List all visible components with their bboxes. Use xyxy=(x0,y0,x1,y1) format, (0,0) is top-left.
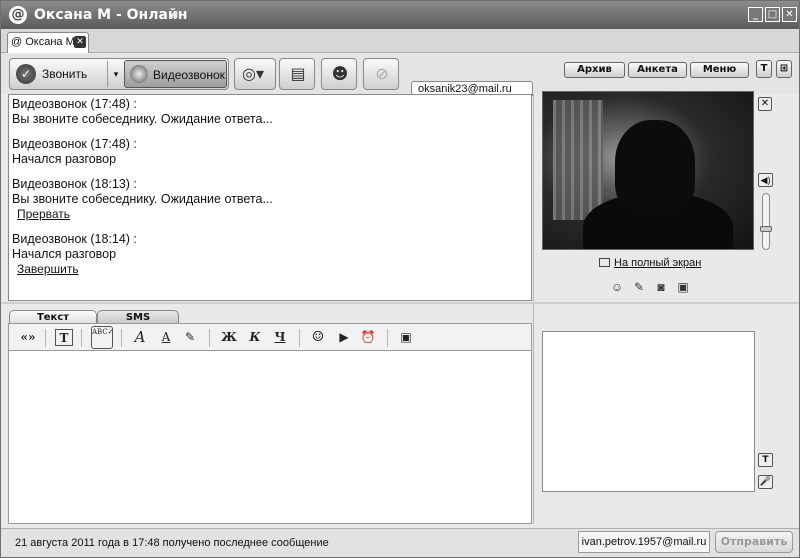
message-text: Начался разговор xyxy=(12,247,117,261)
video-background xyxy=(553,100,603,220)
chat-message: Видеозвонок (17:48) : Вы звоните собесед… xyxy=(12,97,273,127)
font-icon[interactable]: A xyxy=(131,329,149,346)
fullscreen-icon xyxy=(599,258,610,267)
smiley-icon[interactable]: ☺ xyxy=(309,329,327,346)
send-button[interactable]: Отправить xyxy=(715,531,793,553)
alarm-clock-icon[interactable]: ⏰ xyxy=(359,329,377,346)
chat-message: Видеозвонок (18:14) : Начался разговор З… xyxy=(12,232,137,276)
status-bar: 21 августа 2011 года в 17:48 получено по… xyxy=(1,528,799,557)
formatting-toolbar: «» T ABC✓ A A ✎ Ж К Ч ☺ ▶ ⏰ ▣ xyxy=(8,323,532,351)
font-color-icon[interactable]: A xyxy=(157,329,175,346)
message-header: Видеозвонок (18:14) : xyxy=(12,232,137,246)
video-close-button[interactable]: ✕ xyxy=(758,97,772,111)
video-call-label: Видеозвонок xyxy=(153,68,225,82)
bold-button[interactable]: Ж xyxy=(221,329,237,346)
tv-media-icon[interactable]: ▶ xyxy=(335,329,353,346)
conversation-tab[interactable]: @ Оксана М ✕ xyxy=(7,32,89,53)
underline-button[interactable]: Ч xyxy=(272,329,288,346)
call-button-label: Звонить xyxy=(42,67,88,81)
menu-button[interactable]: Меню xyxy=(690,62,749,78)
call-button-group: ✓ Звонить ▾ Видеозвонок xyxy=(9,58,229,90)
message-header: Видеозвонок (17:48) : xyxy=(12,137,137,151)
phone-icon: ✓ xyxy=(16,64,36,84)
message-text: Вы звоните собеседнику. Ожидание ответа.… xyxy=(12,192,273,206)
message-input[interactable] xyxy=(8,351,532,524)
contacts-button[interactable]: ☻ xyxy=(321,58,357,90)
at-icon: @ xyxy=(11,36,23,48)
archive-button[interactable]: Архив xyxy=(564,62,625,78)
fullscreen-link[interactable]: На полный экран xyxy=(599,257,701,269)
video-call-button[interactable]: Видеозвонок xyxy=(124,60,227,88)
tab-text[interactable]: Текст xyxy=(9,310,97,324)
volume-slider-thumb[interactable] xyxy=(760,226,772,232)
webcam-icon xyxy=(130,65,148,83)
chat-message: Видеозвонок (18:13) : Вы звоните собесед… xyxy=(12,177,273,221)
title-bar[interactable]: @ Оксана М - Онлайн ⊿ _ □ ✕ xyxy=(1,1,799,29)
camera-icon[interactable]: ◙ xyxy=(653,279,669,295)
toolbar-separator xyxy=(299,329,300,347)
message-text: Начался разговор xyxy=(12,152,117,166)
video-controls: ☺ ✎ ◙ ▣ xyxy=(609,279,699,297)
font-toggle-button[interactable]: T xyxy=(756,60,772,78)
app-logo-icon: @ xyxy=(9,6,27,24)
maximize-button[interactable]: □ xyxy=(765,7,780,22)
user-audio-icon[interactable]: ☺ xyxy=(609,279,625,295)
chat-window: @ Оксана М - Онлайн ⊿ _ □ ✕ @ Оксана М ✕… xyxy=(0,0,800,558)
chat-message: Видеозвонок (17:48) : Начался разговор xyxy=(12,137,137,167)
end-call-link[interactable]: Завершить xyxy=(17,262,137,276)
attach-icon: ⊘ xyxy=(375,64,389,83)
profile-button[interactable]: Анкета xyxy=(628,62,687,78)
attach-button[interactable]: ⊘ xyxy=(363,58,399,90)
conversation-tabstrip: @ Оксана М ✕ xyxy=(1,29,799,53)
tab-sms[interactable]: SMS xyxy=(97,310,179,324)
globe-button[interactable]: ◎▾ xyxy=(234,58,276,90)
message-text: Вы звоните собеседнику. Ожидание ответа.… xyxy=(12,112,273,126)
self-video-preview xyxy=(542,331,755,492)
window-title: Оксана М - Онлайн xyxy=(34,7,188,23)
globe-icon: ◎▾ xyxy=(242,64,264,83)
cancel-call-link[interactable]: Прервать xyxy=(17,207,273,221)
toolbar-separator xyxy=(121,329,122,347)
screenshot-icon[interactable]: ▣ xyxy=(397,329,415,346)
speaker-icon[interactable]: ◀) xyxy=(758,173,773,187)
last-message-status: 21 августа 2011 года в 17:48 получено по… xyxy=(15,537,329,549)
fullscreen-label: На полный экран xyxy=(614,257,702,269)
close-button[interactable]: ✕ xyxy=(782,7,797,22)
call-dropdown-button[interactable]: ▾ xyxy=(110,61,122,87)
save-button[interactable]: ▤ xyxy=(279,58,315,90)
pane-divider-vertical[interactable] xyxy=(533,94,534,524)
chat-log[interactable]: Видеозвонок (17:48) : Вы звоните собесед… xyxy=(8,94,532,301)
microphone-button[interactable]: 🎤 xyxy=(758,475,773,489)
pane-divider-horizontal[interactable] xyxy=(1,302,799,304)
video-feed xyxy=(542,91,754,250)
font-settings-button[interactable]: T xyxy=(758,453,773,467)
note-icon: ⊿ xyxy=(169,7,180,21)
text-style-icon[interactable]: T xyxy=(55,329,73,346)
account-email[interactable]: ivan.petrov.1957@mail.ru xyxy=(578,531,710,553)
contacts-icon: ☻ xyxy=(331,64,349,83)
pen-draw-icon[interactable]: ✎ xyxy=(631,279,647,295)
floppy-save-icon: ▤ xyxy=(290,64,306,83)
toolbar-separator xyxy=(209,329,210,347)
message-header: Видеозвонок (17:48) : xyxy=(12,97,137,111)
minimize-button[interactable]: _ xyxy=(748,7,763,22)
quote-icon[interactable]: «» xyxy=(17,329,39,346)
toolbar-separator xyxy=(81,329,82,347)
toolbar-separator xyxy=(387,329,388,347)
highlight-icon[interactable]: ✎ xyxy=(181,329,199,346)
toolbar: ✓ Звонить ▾ Видеозвонок ◎▾ ▤ ☻ ⊘ Архив А… xyxy=(1,54,799,94)
video-person-head xyxy=(615,120,695,212)
tab-close-button[interactable]: ✕ xyxy=(74,36,86,48)
call-button[interactable]: ✓ Звонить xyxy=(12,61,108,87)
conversation-tab-label: Оксана М xyxy=(25,36,75,48)
toolbar-separator xyxy=(45,329,46,347)
camcorder-icon[interactable]: ▣ xyxy=(675,279,691,295)
volume-slider[interactable] xyxy=(760,193,772,250)
message-header: Видеозвонок (18:13) : xyxy=(12,177,137,191)
layout-toggle-button[interactable]: ⊞ xyxy=(776,60,792,78)
italic-button[interactable]: К xyxy=(247,329,263,346)
spellcheck-icon[interactable]: ABC✓ xyxy=(91,326,114,349)
